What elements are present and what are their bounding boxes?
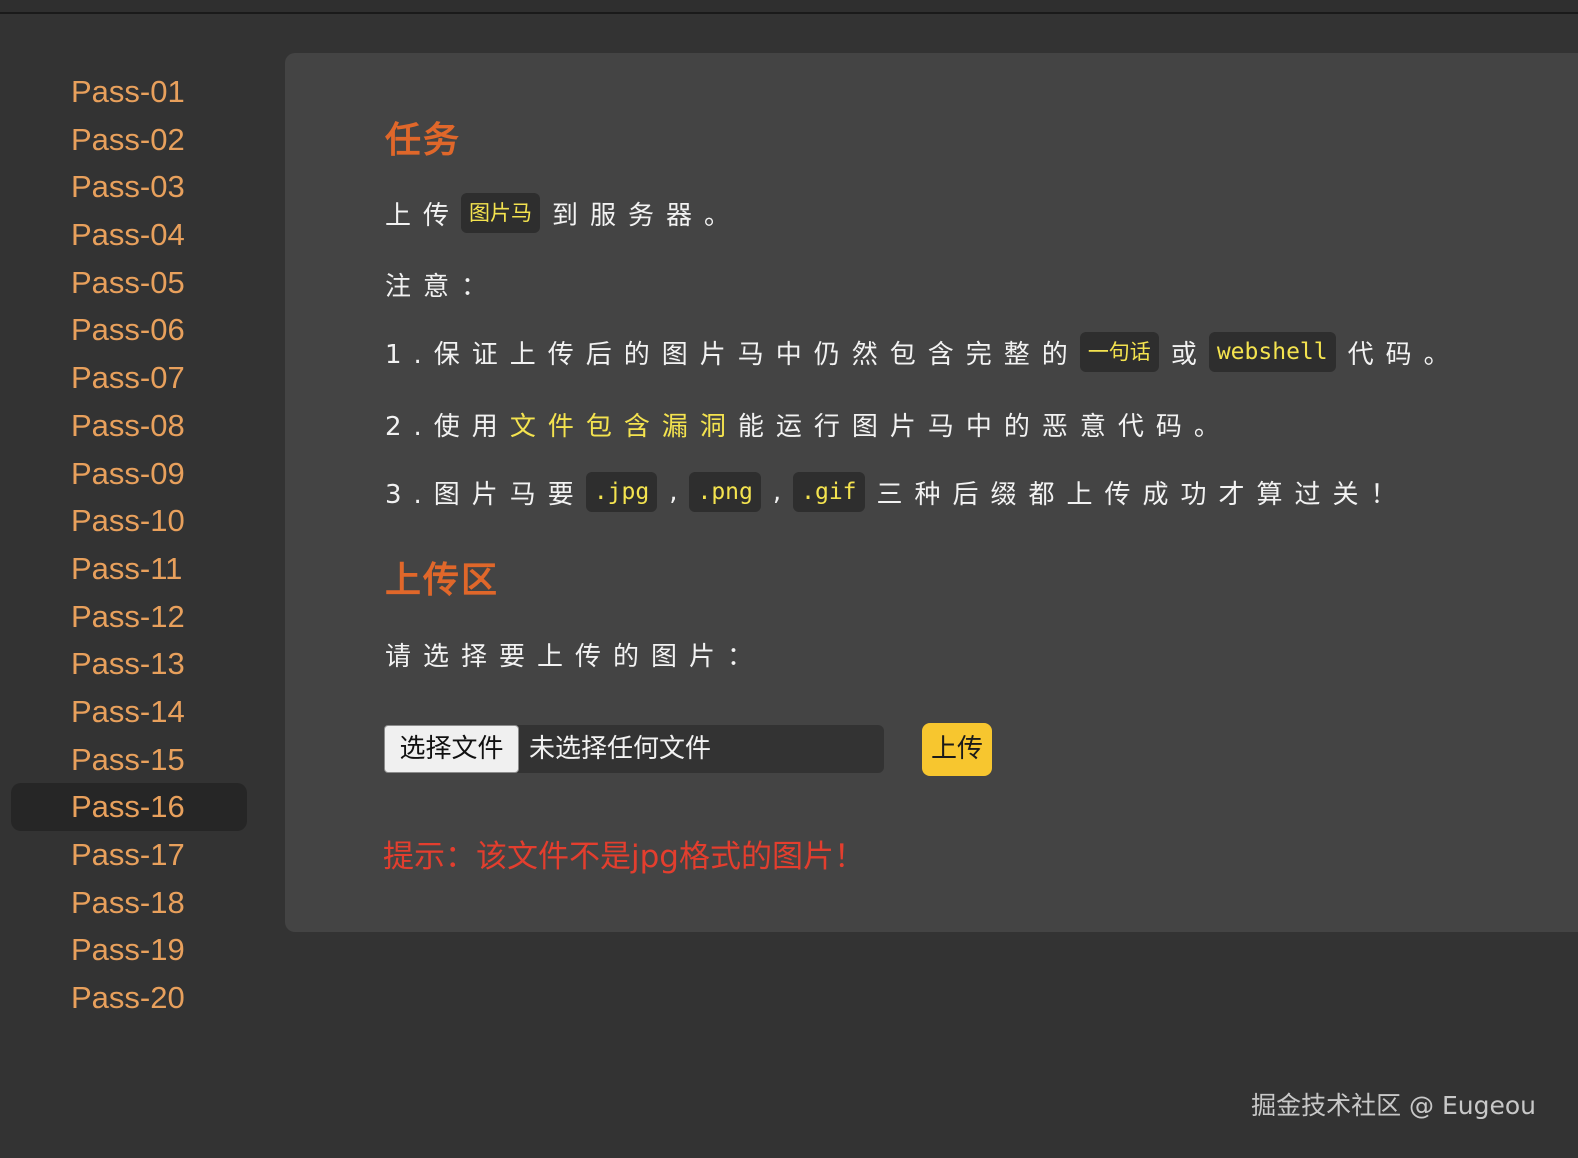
note-item-1-end: 代码。 xyxy=(1347,339,1462,370)
image-horse-code: 图片马 xyxy=(461,193,541,233)
task-line-text-end: 到服务器。 xyxy=(552,200,743,231)
file-inclusion-highlight: 文件包含漏洞 xyxy=(509,412,738,442)
note-item-1-text: 1.保证上传后的图片马中仍然包含完整的 xyxy=(385,339,1080,370)
sidebar-item-pass-13[interactable]: Pass-13 xyxy=(11,640,247,688)
upload-heading: 上传区 xyxy=(385,560,500,601)
sidebar-item-pass-15[interactable]: Pass-15 xyxy=(11,736,247,784)
note-item-2-end: 能运行图片马中的恶意代码。 xyxy=(737,412,1232,442)
upload-prompt: 请选择要上传的图片： xyxy=(385,642,766,672)
note-label: 注意： xyxy=(385,272,500,302)
note-item-2: 2.使用 文件包含漏洞 能运行图片马中的恶意代码。 xyxy=(385,406,1232,443)
sidebar-item-pass-17[interactable]: Pass-17 xyxy=(11,831,247,879)
sidebar-item-pass-05[interactable]: Pass-05 xyxy=(11,259,247,307)
sidebar-item-pass-12[interactable]: Pass-12 xyxy=(11,593,247,641)
ext-separator: , xyxy=(669,477,690,507)
sidebar-item-pass-19[interactable]: Pass-19 xyxy=(11,926,247,974)
sidebar-item-pass-02[interactable]: Pass-02 xyxy=(11,116,247,164)
sidebar-item-pass-07[interactable]: Pass-07 xyxy=(11,354,247,402)
sidebar-item-pass-01[interactable]: Pass-01 xyxy=(11,68,247,116)
file-input[interactable]: 选择文件 未选择任何文件 xyxy=(384,725,884,773)
sidebar-item-pass-09[interactable]: Pass-09 xyxy=(11,450,247,498)
error-hint: 提示：该文件不是jpg格式的图片！ xyxy=(383,839,865,875)
choose-file-button[interactable]: 选择文件 xyxy=(384,725,519,773)
note-item-1-or: 或 xyxy=(1170,339,1209,370)
webshell-code: webshell xyxy=(1208,332,1336,372)
upload-button[interactable]: 上传 xyxy=(922,723,992,776)
note-item-3-end: 三种后缀都上传成功才算过关！ xyxy=(876,479,1409,510)
watermark: 掘金技术社区 @ Eugeou xyxy=(1251,1091,1536,1120)
sidebar-item-pass-11[interactable]: Pass-11 xyxy=(11,545,247,593)
jpg-ext-code: .jpg xyxy=(585,472,658,512)
one-liner-code: 一句话 xyxy=(1079,332,1159,372)
note-item-3: 3.图片马要 .jpg , .png , .gif 三种后缀都上传成功才算过关！ xyxy=(385,472,1409,512)
sidebar-nav: Pass-01 Pass-02 Pass-03 Pass-04 Pass-05 Pass-… xyxy=(0,68,260,1022)
sidebar-item-pass-16[interactable]: Pass-16 xyxy=(11,783,247,831)
ext-separator: , xyxy=(772,477,794,507)
task-heading: 任务 xyxy=(385,120,462,161)
sidebar-item-pass-20[interactable]: Pass-20 xyxy=(11,974,247,1022)
sidebar-item-pass-04[interactable]: Pass-04 xyxy=(11,211,247,259)
png-ext-code: .png xyxy=(689,472,761,512)
sidebar-item-pass-03[interactable]: Pass-03 xyxy=(11,163,247,211)
note-item-1: 1.保证上传后的图片马中仍然包含完整的 一句话 或 webshell 代码。 xyxy=(385,332,1462,372)
task-line-text: 上传 xyxy=(385,200,462,231)
main-panel: 任务 上传 图片马 到服务器。 注意： 1.保证上传后的图片马中仍然包含完整的 … xyxy=(285,53,1578,932)
sidebar-item-pass-18[interactable]: Pass-18 xyxy=(11,879,247,927)
task-line: 上传 图片马 到服务器。 xyxy=(385,193,742,233)
note-item-2-text: 2.使用 xyxy=(385,412,510,442)
sidebar-item-pass-06[interactable]: Pass-06 xyxy=(11,306,247,354)
sidebar-item-pass-10[interactable]: Pass-10 xyxy=(11,497,247,545)
note-item-3-text: 3.图片马要 xyxy=(385,479,586,510)
sidebar-item-pass-14[interactable]: Pass-14 xyxy=(11,688,247,736)
window-top-edge xyxy=(0,0,1578,14)
gif-ext-code: .gif xyxy=(793,472,865,512)
file-status-text: 未选择任何文件 xyxy=(529,734,712,764)
sidebar-item-pass-08[interactable]: Pass-08 xyxy=(11,402,247,450)
